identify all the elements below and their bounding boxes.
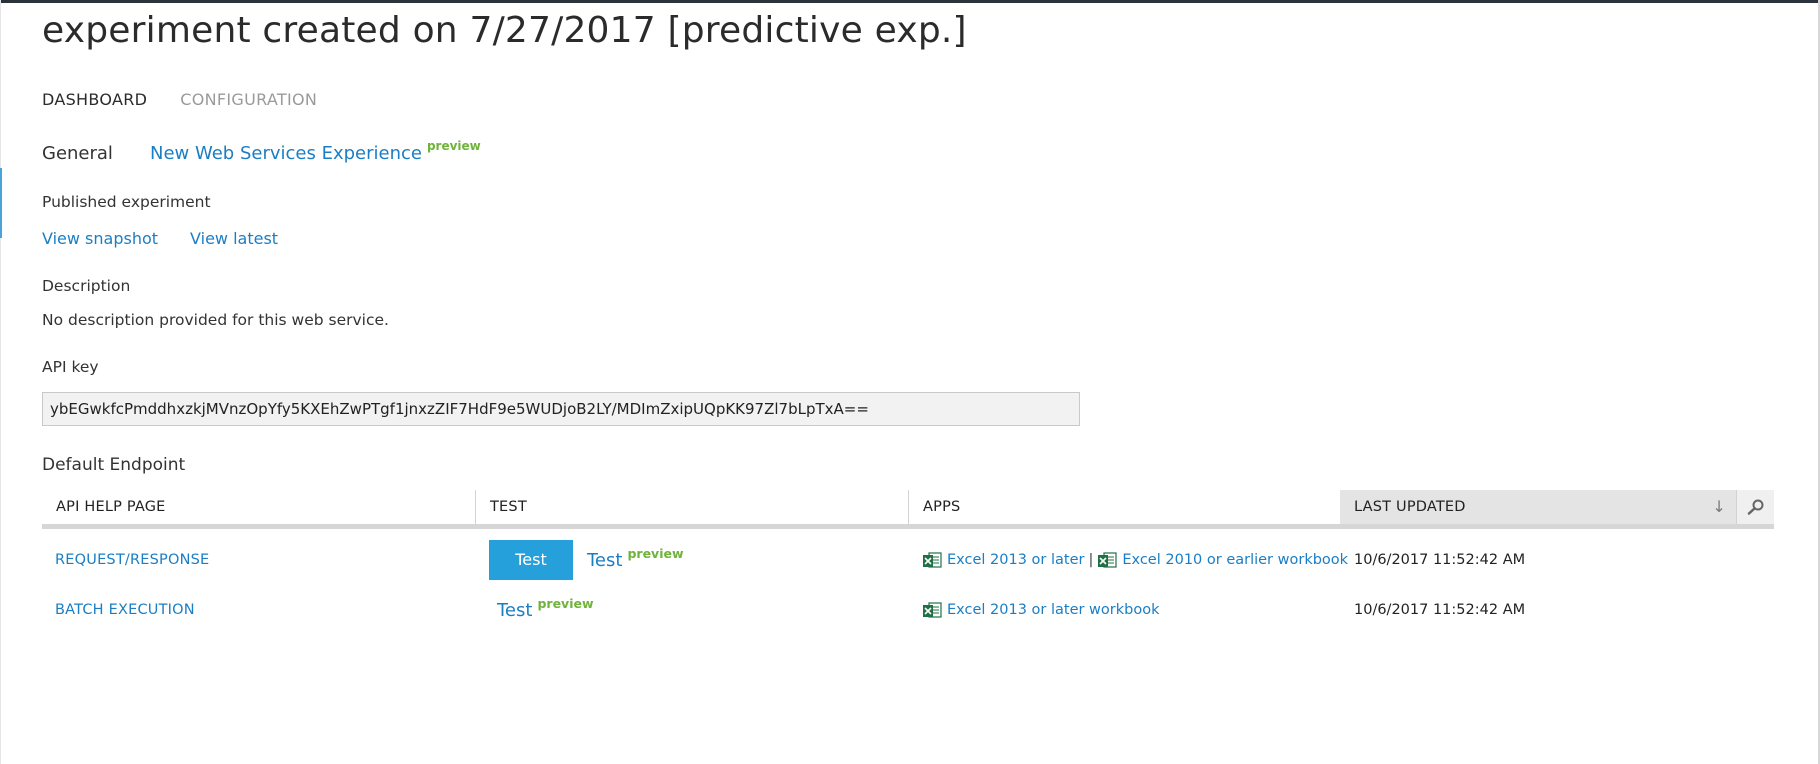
- test-button[interactable]: Test: [489, 540, 573, 580]
- column-header-api-help-page[interactable]: API HELP PAGE: [42, 490, 475, 524]
- preview-badge: preview: [426, 139, 481, 153]
- description-label: Description: [42, 277, 131, 295]
- column-header-last-updated-label: LAST UPDATED: [1354, 499, 1466, 515]
- test-preview-link[interactable]: Test: [497, 600, 532, 621]
- last-updated-value: 10/6/2017 11:52:42 AM: [1354, 552, 1526, 568]
- view-latest-link[interactable]: View latest: [190, 229, 278, 248]
- endpoint-table: API HELP PAGE TEST APPS LAST UPDATED ↓ R…: [42, 490, 1774, 621]
- excel-icon: [922, 550, 942, 570]
- request-response-link[interactable]: REQUEST/RESPONSE: [55, 552, 209, 568]
- tab-dashboard[interactable]: DASHBOARD: [42, 90, 147, 109]
- excel-icon: [922, 600, 942, 620]
- last-updated-value: 10/6/2017 11:52:42 AM: [1354, 602, 1526, 618]
- preview-badge: preview: [627, 545, 684, 561]
- view-snapshot-link[interactable]: View snapshot: [42, 229, 158, 248]
- published-links: View snapshot View latest: [42, 229, 278, 248]
- arrow-down-icon[interactable]: ↓: [1712, 490, 1726, 524]
- default-endpoint-title: Default Endpoint: [42, 455, 186, 475]
- batch-execution-link[interactable]: BATCH EXECUTION: [55, 602, 195, 618]
- excel-2010-link[interactable]: Excel 2010 or earlier workbook: [1122, 552, 1348, 568]
- left-accent-bar: [0, 168, 2, 238]
- excel-2013-workbook-link[interactable]: Excel 2013 or later workbook: [947, 602, 1160, 618]
- preview-badge: preview: [537, 595, 594, 611]
- search-icon[interactable]: [1736, 490, 1774, 524]
- separator: |: [1088, 552, 1094, 568]
- test-preview-link[interactable]: Test: [587, 550, 622, 571]
- new-web-services-link[interactable]: New Web Services Experience: [150, 143, 422, 164]
- table-row: BATCH EXECUTION Test preview Excel 2013 …: [42, 588, 1774, 632]
- published-experiment-label: Published experiment: [42, 193, 211, 211]
- subtab-bar: General New Web Services Experience prev…: [42, 139, 481, 164]
- api-key-field[interactable]: ybEGwkfcPmddhxzkjMVnzOpYfy5KXEhZwPTgf1jn…: [42, 392, 1080, 426]
- page-title: experiment created on 7/27/2017 [predict…: [42, 10, 967, 51]
- column-header-apps[interactable]: APPS: [908, 490, 1340, 524]
- api-key-label: API key: [42, 358, 99, 376]
- tab-configuration[interactable]: CONFIGURATION: [180, 90, 317, 109]
- table-row: REQUEST/RESPONSE Test Test preview Excel…: [42, 538, 1774, 582]
- subtab-general[interactable]: General: [42, 143, 150, 164]
- column-header-last-updated[interactable]: LAST UPDATED ↓: [1340, 490, 1736, 524]
- column-header-test[interactable]: TEST: [475, 490, 908, 524]
- table-header: API HELP PAGE TEST APPS LAST UPDATED ↓: [42, 490, 1774, 529]
- tab-bar: DASHBOARD CONFIGURATION: [42, 90, 317, 109]
- left-border: [0, 0, 1, 764]
- excel-icon: [1097, 550, 1117, 570]
- excel-2013-link[interactable]: Excel 2013 or later: [947, 552, 1084, 568]
- description-text: No description provided for this web ser…: [42, 311, 389, 329]
- top-bar: [0, 0, 1820, 3]
